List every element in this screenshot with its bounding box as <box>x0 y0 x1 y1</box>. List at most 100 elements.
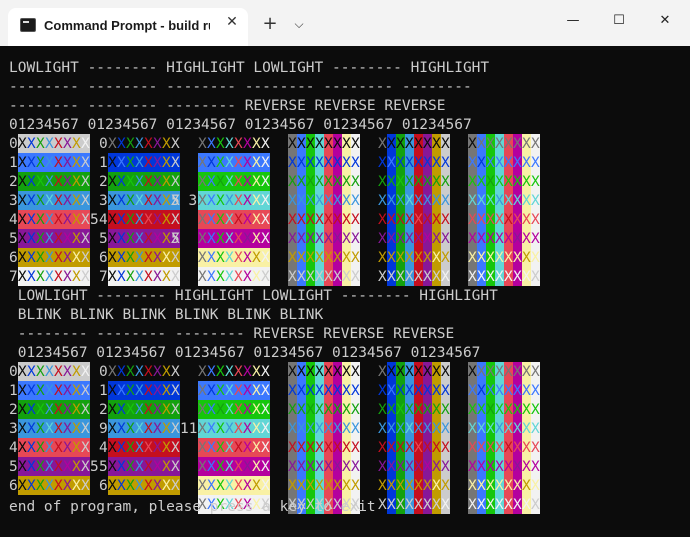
console-cell-glyph: X <box>324 440 333 456</box>
console-cell-glyph: X <box>144 212 153 228</box>
console-cell-glyph: X <box>432 155 441 171</box>
console-cell-glyph: X <box>288 421 297 437</box>
console-cell-glyph: X <box>252 212 261 228</box>
console-stray-text: 5 <box>171 231 180 247</box>
console-cell-glyph: X <box>207 136 216 152</box>
console-cell-glyph: X <box>477 193 486 209</box>
console-cell-glyph: X <box>405 364 414 380</box>
console-cell-glyph: X <box>234 212 243 228</box>
console-cell-glyph: X <box>504 459 513 475</box>
console-cell-glyph: X <box>63 459 72 475</box>
console-cell-glyph: X <box>225 440 234 456</box>
console-cell-glyph: X <box>72 269 81 285</box>
console-cell-glyph: X <box>297 478 306 494</box>
console-cell-glyph: X <box>378 383 387 399</box>
console-cell-glyph: X <box>45 383 54 399</box>
console-cell-glyph: X <box>441 364 450 380</box>
console-cell-glyph: X <box>207 459 216 475</box>
console-cell-glyph: X <box>414 193 423 209</box>
console-cell-glyph: X <box>504 231 513 247</box>
console-cell-glyph: X <box>153 421 162 437</box>
row-label: 6 <box>99 250 108 266</box>
row-label: 9 <box>99 421 108 437</box>
console-cell-glyph: X <box>153 478 162 494</box>
console-cell-glyph: X <box>414 136 423 152</box>
console-cell-glyph: X <box>81 231 90 247</box>
console-cell-glyph: X <box>288 269 297 285</box>
console-cell-glyph: X <box>405 459 414 475</box>
console-cell-glyph: X <box>324 174 333 190</box>
console-cell-glyph: X <box>378 250 387 266</box>
console-cell-glyph: X <box>144 155 153 171</box>
maximize-button[interactable]: ☐ <box>596 0 642 42</box>
console-cell-glyph: X <box>351 421 360 437</box>
console-cell-glyph: X <box>522 402 531 418</box>
console-cell-glyph: X <box>45 136 54 152</box>
console-cell-glyph: X <box>45 174 54 190</box>
console-cell-glyph: X <box>162 212 171 228</box>
console-cell-glyph: X <box>504 250 513 266</box>
console-cell-glyph: X <box>396 383 405 399</box>
console-cell-glyph: X <box>252 193 261 209</box>
console-cell-glyph: X <box>297 231 306 247</box>
console-cell-glyph: X <box>252 231 261 247</box>
console-cell-glyph: X <box>162 383 171 399</box>
console-cell-glyph: X <box>288 136 297 152</box>
console-cell-glyph: X <box>288 231 297 247</box>
console-cell-glyph: X <box>234 421 243 437</box>
console-cell-glyph: X <box>117 478 126 494</box>
console-cell-glyph: X <box>513 497 522 513</box>
console-cell-glyph: X <box>513 383 522 399</box>
console-cell-glyph: X <box>198 212 207 228</box>
console-cell-glyph: X <box>513 421 522 437</box>
console-cell-glyph: X <box>18 459 27 475</box>
console-cell-glyph: X <box>162 459 171 475</box>
console-cell-glyph: X <box>468 402 477 418</box>
console-cell-glyph: X <box>234 364 243 380</box>
console-cell-glyph: X <box>306 383 315 399</box>
console-cell-glyph: X <box>396 174 405 190</box>
minimize-button[interactable]: — <box>550 0 596 42</box>
console-cell-glyph: X <box>54 459 63 475</box>
console-cell-glyph: X <box>297 383 306 399</box>
console-cell-glyph: X <box>441 193 450 209</box>
console-cell-glyph: X <box>315 136 324 152</box>
tab-command-prompt[interactable]: Command Prompt - build run ✕ <box>8 8 248 46</box>
console-cell-glyph: X <box>18 136 27 152</box>
console-cell-glyph: X <box>162 174 171 190</box>
console-cell-glyph: X <box>126 231 135 247</box>
console-cell-glyph: X <box>333 421 342 437</box>
tab-dropdown-chevron-down-icon[interactable]: ⌵ <box>288 12 310 36</box>
console-cell-glyph: X <box>342 459 351 475</box>
console-cell-glyph: X <box>531 212 540 228</box>
console-cell-glyph: X <box>315 212 324 228</box>
console-cell-glyph: X <box>261 459 270 475</box>
console-cell-glyph: X <box>27 269 36 285</box>
console-cell-glyph: X <box>252 269 261 285</box>
console-cell-glyph: X <box>144 174 153 190</box>
console-cell-glyph: X <box>144 269 153 285</box>
console-cell-glyph: X <box>423 497 432 513</box>
console-cell-glyph: X <box>198 250 207 266</box>
console-cell-glyph: X <box>306 193 315 209</box>
close-window-button[interactable]: ✕ <box>642 0 688 42</box>
row-label: 0 <box>99 364 108 380</box>
new-tab-button[interactable]: + <box>258 12 282 36</box>
console-cell-glyph: X <box>72 174 81 190</box>
console-cell-glyph: X <box>414 250 423 266</box>
close-tab-icon[interactable]: ✕ <box>222 12 242 32</box>
console-cell-glyph: X <box>477 497 486 513</box>
console-cell-glyph: X <box>306 364 315 380</box>
console-cell-glyph: X <box>135 383 144 399</box>
console-cell-glyph: X <box>36 193 45 209</box>
console-cell-glyph: X <box>441 402 450 418</box>
console-cell-glyph: X <box>288 212 297 228</box>
console-output[interactable]: LOWLIGHT -------- HIGHLIGHT LOWLIGHT ---… <box>0 46 690 533</box>
console-cell-glyph: X <box>513 269 522 285</box>
console-cell-glyph: X <box>306 212 315 228</box>
console-cell-glyph: X <box>432 174 441 190</box>
console-cell-glyph: X <box>216 231 225 247</box>
console-cell-glyph: X <box>198 421 207 437</box>
console-cell-glyph: X <box>63 250 72 266</box>
console-cell-glyph: X <box>126 155 135 171</box>
